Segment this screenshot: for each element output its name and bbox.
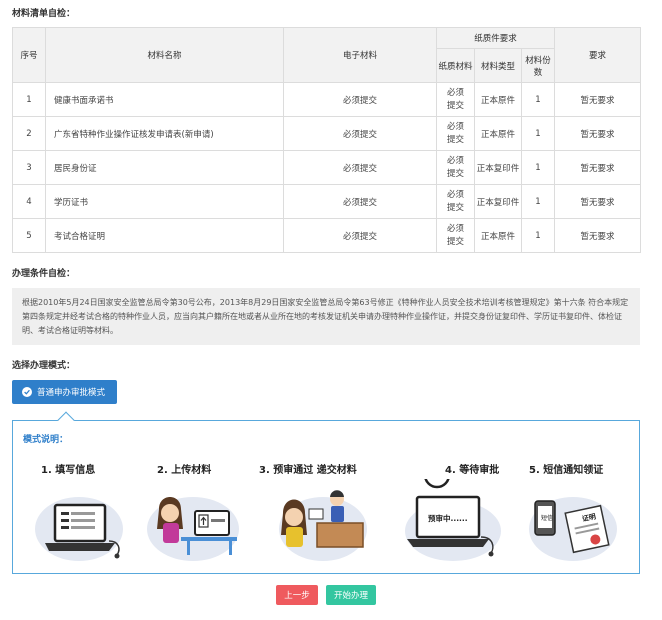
step-5-label: 5. 短信通知领证 — [529, 465, 604, 476]
step-2-label: 2. 上传材料 — [157, 465, 212, 476]
cell-paper: 必须提交 — [436, 218, 475, 253]
cell-requirement: 暂无要求 — [554, 82, 642, 117]
header-paper: 纸质材料 — [436, 48, 475, 83]
cell-electronic: 必须提交 — [283, 82, 437, 117]
cell-electronic: 必须提交 — [283, 150, 437, 185]
cell-electronic: 必须提交 — [283, 116, 437, 151]
table-row: 5 考试合格证明 必须提交 必须提交 正本原件 1 暂无要求 — [12, 218, 642, 253]
table-row: 1 健康书面承诺书 必须提交 必须提交 正本原件 1 暂无要求 — [12, 82, 642, 117]
step-1-label: 1. 填写信息 — [41, 465, 96, 476]
prev-step-button[interactable]: 上一步 — [276, 585, 318, 605]
cell-requirement: 暂无要求 — [554, 116, 642, 151]
cell-paper: 必须提交 — [436, 116, 475, 151]
cell-type: 正本复印件 — [474, 150, 522, 185]
cell-paper: 必须提交 — [436, 184, 475, 219]
cell-paper: 必须提交 — [436, 150, 475, 185]
cell-electronic: 必须提交 — [283, 184, 437, 219]
header-copies: 材料份数 — [520, 48, 556, 83]
cell-seq: 2 — [12, 116, 46, 151]
cell-copies: 1 — [520, 184, 556, 219]
mode-section-title: 选择办理模式： — [12, 361, 76, 371]
step-3-label: 3. 预审通过 递交材料 — [259, 465, 357, 476]
cell-seq: 1 — [12, 82, 46, 117]
cell-seq: 5 — [12, 218, 46, 253]
mode-description-title: 模式说明： — [23, 435, 69, 445]
sms-certificate-icon — [529, 497, 617, 561]
cell-paper: 必须提交 — [436, 82, 475, 117]
cell-requirement: 暂无要求 — [554, 150, 642, 185]
cell-requirement: 暂无要求 — [554, 184, 642, 219]
cell-seq: 3 — [12, 150, 46, 185]
header-requirement: 要求 — [554, 27, 642, 83]
cell-copies: 1 — [520, 218, 556, 253]
materials-table: 序号 材料名称 电子材料 纸质件要求 要求 纸质材料 材料类型 材料份数 1 健… — [12, 27, 642, 253]
cell-type: 正本原件 — [474, 82, 522, 117]
waiting-screen-text: 预审中...... — [428, 514, 468, 523]
submit-materials-icon — [279, 490, 367, 561]
mode-description-panel: 模式说明： 1. 填写信息 2. 上传材料 3. 预审通过 递交材料 4. 等待… — [12, 420, 640, 574]
cell-type: 正本原件 — [474, 116, 522, 151]
cell-name: 健康书面承诺书 — [45, 82, 284, 117]
start-process-button[interactable]: 开始办理 — [326, 585, 376, 605]
mode-option-button[interactable]: 普通申办审批模式 — [12, 380, 117, 404]
header-electronic: 电子材料 — [283, 27, 437, 83]
upload-person-icon — [147, 497, 239, 561]
table-row: 4 学历证书 必须提交 必须提交 正本复印件 1 暂无要求 — [12, 184, 642, 219]
cell-type: 正本原件 — [474, 218, 522, 253]
cell-type: 正本复印件 — [474, 184, 522, 219]
step-4-label: 4. 等待审批 — [445, 465, 500, 476]
conditions-text: 根据2010年5月24日国家安全监管总局令第30号公布，2013年8月29日国家… — [12, 288, 640, 345]
cell-name: 广东省特种作业操作证核发申请表(新申请) — [45, 116, 284, 151]
laptop-form-icon — [35, 497, 123, 561]
cell-copies: 1 — [520, 82, 556, 117]
conditions-section-title: 办理条件自检： — [12, 269, 76, 279]
cell-requirement: 暂无要求 — [554, 218, 642, 253]
cell-name: 考试合格证明 — [45, 218, 284, 253]
check-icon — [22, 387, 32, 397]
cell-copies: 1 — [520, 116, 556, 151]
mode-option-label: 普通申办审批模式 — [37, 388, 106, 398]
sms-phone-text: 短信 — [541, 515, 554, 522]
cell-electronic: 必须提交 — [283, 218, 437, 253]
table-row: 3 居民身份证 必须提交 必须提交 正本复印件 1 暂无要求 — [12, 150, 642, 185]
table-row: 2 广东省特种作业操作证核发申请表(新申请) 必须提交 必须提交 正本原件 1 … — [12, 116, 642, 151]
header-name: 材料名称 — [45, 27, 284, 83]
header-type: 材料类型 — [474, 48, 522, 83]
cell-name: 学历证书 — [45, 184, 284, 219]
header-seq: 序号 — [12, 27, 46, 83]
cell-name: 居民身份证 — [45, 150, 284, 185]
cell-copies: 1 — [520, 150, 556, 185]
header-paper-group: 纸质件要求 — [435, 27, 556, 49]
cell-seq: 4 — [12, 184, 46, 219]
materials-section-title: 材料清单自检： — [12, 9, 76, 19]
